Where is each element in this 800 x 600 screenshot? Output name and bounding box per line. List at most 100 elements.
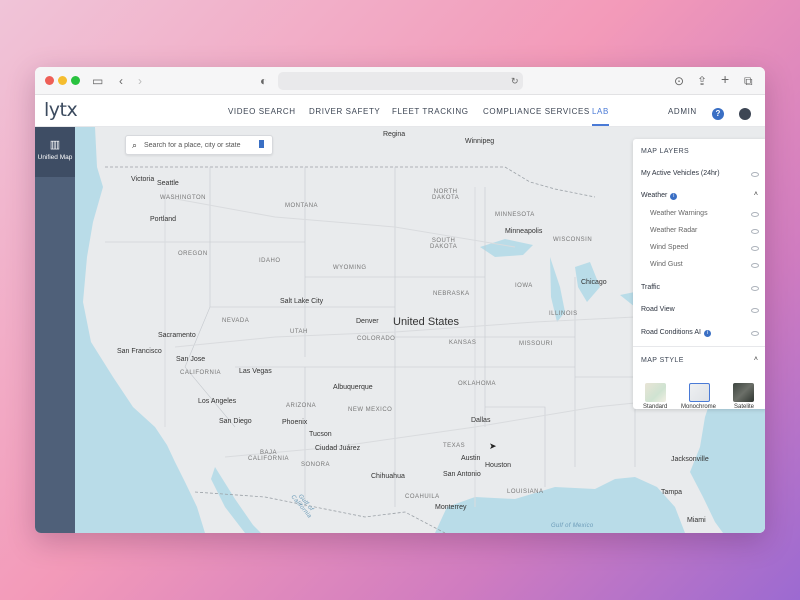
eye-icon[interactable] [751, 246, 759, 251]
layer-traffic[interactable]: Traffic [641, 284, 660, 291]
map-label: ILLINOIS [549, 311, 578, 317]
nav-admin[interactable]: ADMIN [668, 107, 697, 116]
layer-weather-radar[interactable]: Weather Radar [650, 227, 697, 234]
map-label: ARIZONA [286, 403, 317, 409]
map-label: Monterrey [435, 504, 467, 511]
map-label: NEVADA [222, 318, 250, 324]
map-label: NORTH DAKOTA [432, 189, 460, 201]
nav-fleet-tracking[interactable]: FLEET TRACKING [392, 107, 469, 116]
eye-icon[interactable] [751, 172, 759, 177]
map-label: Denver [356, 318, 379, 325]
chevron-up-icon[interactable]: ˄ [754, 356, 758, 363]
chevron-up-icon[interactable]: ˄ [754, 191, 758, 198]
share-icon[interactable]: ⇪ [697, 73, 707, 89]
layer-wind-speed[interactable]: Wind Speed [650, 244, 688, 251]
map-label: Tucson [309, 431, 332, 438]
map-label: Los Angeles [198, 398, 237, 405]
style-satellite-thumb[interactable] [733, 383, 754, 402]
lytx-logo[interactable]: lytx [44, 99, 78, 121]
style-monochrome-label[interactable]: Monochrome [681, 404, 716, 410]
left-sidebar: ▥ Unified Map [35, 127, 75, 533]
map-label: Phoenix [282, 419, 308, 426]
layer-weather-warnings[interactable]: Weather Warnings [650, 210, 708, 217]
bookmark-icon[interactable] [259, 140, 264, 148]
map-label: SONORA [301, 462, 331, 468]
new-tab-icon[interactable]: + [721, 71, 729, 87]
place-search-box[interactable]: ⌕ [125, 135, 273, 155]
layer-wind-gust[interactable]: Wind Gust [650, 261, 683, 268]
search-input[interactable] [144, 139, 254, 151]
map-label: WISCONSIN [553, 237, 593, 243]
layer-weather[interactable]: Weather i [641, 192, 678, 200]
map-label: Minneapolis [505, 228, 543, 235]
minimize-window-button[interactable] [58, 76, 67, 85]
panel-divider [633, 346, 765, 347]
map-label: NEW MEXICO [348, 407, 393, 413]
map-canvas[interactable]: Regina Winnipeg Victoria Seattle WASHING… [75, 127, 765, 533]
map-layers-panel: MAP LAYERS My Active Vehicles (24hr) Wea… [633, 139, 765, 410]
nav-lab[interactable]: LAB [592, 107, 609, 126]
layer-road-conditions[interactable]: Road Conditions AI i [641, 329, 711, 337]
style-monochrome-thumb[interactable] [689, 383, 710, 402]
eye-icon[interactable] [751, 331, 759, 336]
map-label: MONTANA [285, 203, 319, 209]
eye-icon[interactable] [751, 229, 759, 234]
map-label: NEBRASKA [433, 291, 470, 297]
sidebar-item-unified-map[interactable]: ▥ Unified Map [35, 127, 75, 177]
map-label: WASHINGTON [160, 195, 207, 201]
browser-toolbar: ▭ ‹ › ◐ ↻ ⊙ ⇪ + ⧉ [35, 67, 765, 95]
eye-icon[interactable] [751, 263, 759, 268]
reload-icon[interactable]: ↻ [511, 73, 519, 89]
map-country-label: United States [393, 316, 460, 328]
style-satellite-label[interactable]: Satelite [734, 404, 754, 410]
help-icon[interactable]: ? [712, 108, 724, 120]
map-label: COAHUILA [405, 494, 440, 500]
layer-road-view[interactable]: Road View [641, 306, 675, 313]
style-standard-label[interactable]: Standard [643, 404, 667, 410]
map-label: Chihuahua [371, 473, 405, 480]
map-label: OKLAHOMA [458, 381, 497, 387]
map-label: Tampa [661, 489, 683, 496]
download-icon[interactable]: ⊙ [674, 73, 684, 89]
info-icon[interactable]: i [670, 193, 678, 200]
nav-video-search[interactable]: VIDEO SEARCH [228, 107, 296, 116]
app-header: lytx VIDEO SEARCH DRIVER SAFETY FLEET TR… [35, 95, 765, 127]
close-window-button[interactable] [45, 76, 54, 85]
map-label: San Antonio [443, 471, 481, 478]
map-label: San Jose [176, 356, 206, 363]
user-account-icon[interactable] [739, 108, 751, 120]
map-label: Austin [461, 455, 481, 462]
back-arrow-icon[interactable]: ‹ [119, 73, 123, 89]
forward-arrow-icon[interactable]: › [138, 73, 142, 89]
map-label: IOWA [515, 283, 533, 289]
style-standard-thumb[interactable] [645, 383, 666, 402]
eye-icon[interactable] [751, 286, 759, 291]
map-label: Las Vegas [239, 368, 272, 375]
address-bar[interactable]: ↻ [278, 72, 523, 90]
map-label: TEXAS [443, 443, 466, 449]
layer-weather-label: Weather [641, 192, 668, 199]
map-label: MISSOURI [519, 341, 553, 347]
map-label: UTAH [290, 329, 308, 335]
sidebar-toggle-icon[interactable]: ▭ [92, 73, 103, 89]
eye-icon[interactable] [751, 308, 759, 313]
layer-active-vehicles[interactable]: My Active Vehicles (24hr) [641, 170, 720, 177]
map-label: Chicago [581, 279, 607, 286]
search-icon: ⌕ [132, 140, 138, 150]
eye-icon[interactable] [751, 212, 759, 217]
info-icon[interactable]: i [703, 330, 711, 337]
browser-window: ▭ ‹ › ◐ ↻ ⊙ ⇪ + ⧉ lytx VIDEO SEARCH DRIV… [35, 67, 765, 533]
nav-driver-safety[interactable]: DRIVER SAFETY [309, 107, 380, 116]
nav-compliance-services[interactable]: COMPLIANCE SERVICES [483, 107, 590, 116]
map-label: LOUISIANA [507, 489, 544, 495]
maximize-window-button[interactable] [71, 76, 80, 85]
map-label: Sacramento [158, 332, 196, 339]
map-label: KANSAS [449, 340, 477, 346]
map-label: Winnipeg [465, 138, 495, 145]
sidebar-item-label: Unified Map [37, 154, 73, 161]
tab-overview-icon[interactable]: ⧉ [744, 73, 753, 89]
map-label: Gulf of Mexico [551, 523, 594, 529]
map-label: Seattle [157, 180, 179, 187]
shield-icon[interactable]: ◐ [260, 73, 267, 89]
map-label: Miami [687, 517, 706, 524]
